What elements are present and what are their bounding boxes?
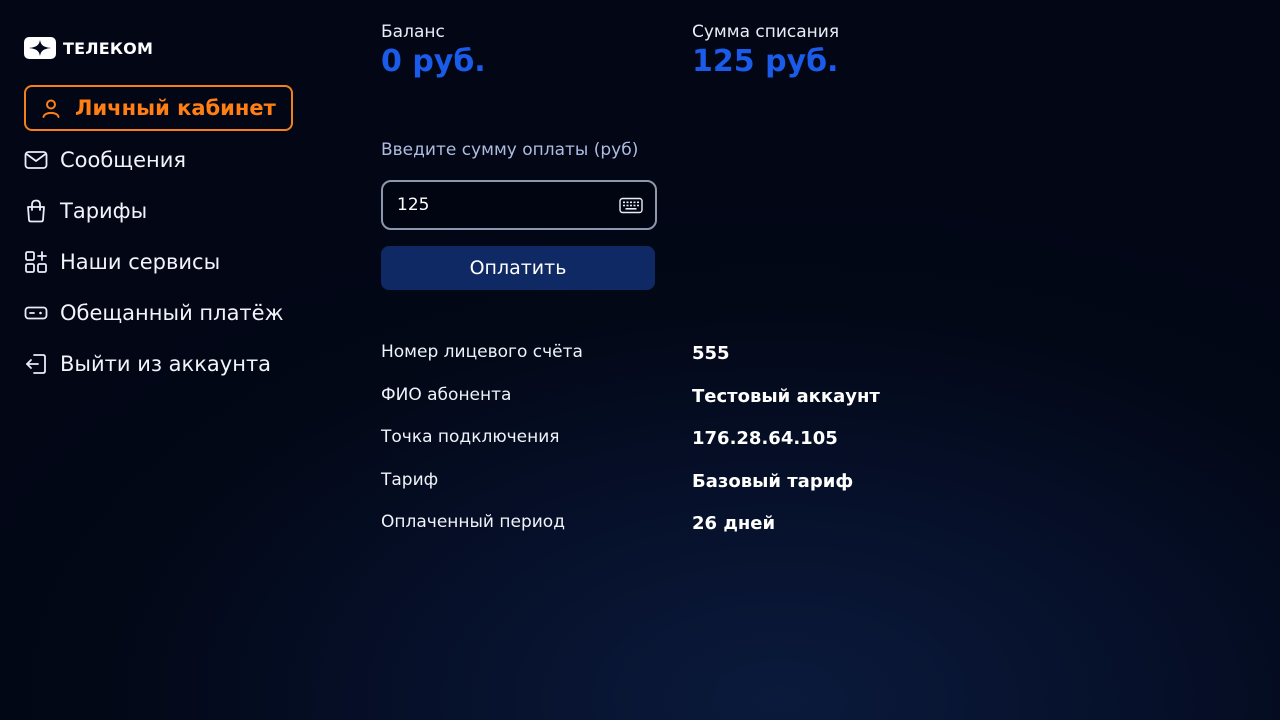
nav-item-label: Наши сервисы <box>60 249 221 274</box>
info-value: 26 дней <box>692 513 776 534</box>
info-key: ФИО абонента <box>381 384 512 405</box>
nav-item-tariffs[interactable]: Тарифы <box>24 185 324 236</box>
info-value: Тестовый аккаунт <box>692 385 880 407</box>
pay-button[interactable]: Оплатить <box>381 246 655 290</box>
sidebar-nav: Личный кабинет Сообщения Тарифы Наши сер… <box>24 85 324 389</box>
nav-item-label: Выйти из аккаунта <box>60 351 272 376</box>
balance-caption: Баланс <box>381 22 445 42</box>
user-icon <box>39 96 63 120</box>
nav-item-label: Обещанный платёж <box>60 300 284 325</box>
balance-block: Баланс 0 руб. <box>381 22 486 79</box>
info-key: Точка подключения <box>381 427 560 447</box>
payment-amount-input[interactable]: 125 <box>381 180 657 230</box>
nav-item-label: Тарифы <box>60 198 148 223</box>
keyboard-icon[interactable] <box>619 196 643 214</box>
logout-icon <box>24 352 48 376</box>
envelope-icon <box>24 148 48 172</box>
info-key: Тариф <box>381 469 439 490</box>
nav-item-messages[interactable]: Сообщения <box>24 134 324 185</box>
ticket-icon <box>24 301 48 325</box>
charge-value: 125 руб. <box>692 44 839 79</box>
info-value: 176.28.64.105 <box>692 428 838 449</box>
nav-item-logout[interactable]: Выйти из аккаунта <box>24 338 324 389</box>
nav-item-services[interactable]: Наши сервисы <box>24 236 324 287</box>
brand-logo: ТЕЛЕКОМ <box>24 37 153 59</box>
shopping-bag-icon <box>24 199 48 223</box>
payment-amount-value: 125 <box>397 195 430 215</box>
telecom-logo-icon <box>24 37 56 59</box>
nav-item-label: Сообщения <box>60 147 187 172</box>
charge-caption: Сумма списания <box>692 22 840 42</box>
payment-amount-label: Введите сумму оплаты (руб) <box>381 140 639 160</box>
balance-value: 0 руб. <box>381 44 486 79</box>
charge-block: Сумма списания 125 руб. <box>692 22 839 79</box>
nav-item-promised-payment[interactable]: Обещанный платёж <box>24 287 324 338</box>
grid-plus-icon <box>24 250 48 274</box>
nav-item-label: Личный кабинет <box>75 96 276 120</box>
info-value: Базовый тариф <box>692 470 854 492</box>
nav-item-personal-account[interactable]: Личный кабинет <box>24 85 293 131</box>
info-value: 555 <box>692 343 730 364</box>
brand-name: ТЕЛЕКОМ <box>63 38 154 58</box>
info-key: Номер лицевого счёта <box>381 342 583 362</box>
info-key: Оплаченный период <box>381 512 565 532</box>
